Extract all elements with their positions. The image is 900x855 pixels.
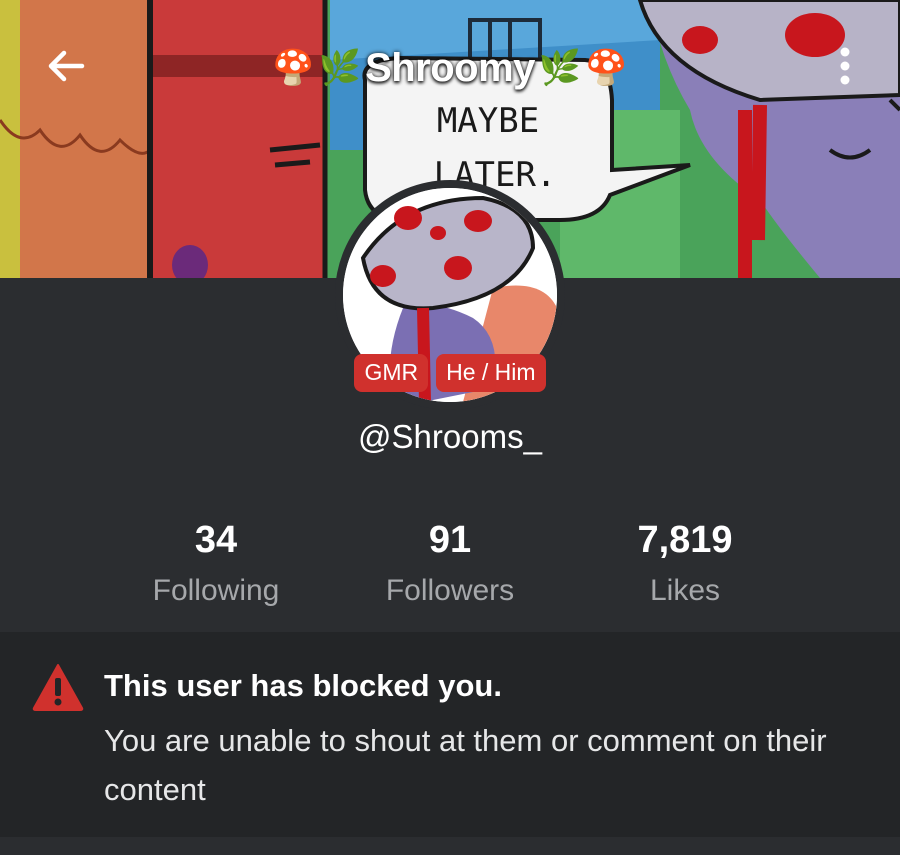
following-label: Following xyxy=(152,574,280,607)
profile-tags: GMR He / Him xyxy=(0,354,900,392)
likes-count: 7,819 xyxy=(637,519,733,561)
stat-likes[interactable]: 7,819 Likes xyxy=(565,518,805,608)
more-options-button[interactable] xyxy=(820,40,870,96)
pronoun-badge: He / Him xyxy=(436,354,546,392)
followers-count: 91 xyxy=(428,519,472,561)
followers-label: Followers xyxy=(385,574,515,607)
notice-title: This user has blocked you. xyxy=(104,668,502,703)
back-button[interactable] xyxy=(38,40,94,96)
mushroom-emoji-icon: 🍄 xyxy=(272,48,315,88)
notice-body: You are unable to shout at them or comme… xyxy=(104,723,827,807)
profile-display-name: Shroomy xyxy=(365,45,535,90)
stat-following[interactable]: 34 Following xyxy=(96,518,336,608)
herb-emoji-icon: 🌿 xyxy=(538,48,582,88)
divider xyxy=(0,837,900,855)
more-vertical-icon xyxy=(839,46,851,90)
stat-followers[interactable]: 91 Followers xyxy=(330,518,570,608)
warning-icon xyxy=(32,662,84,712)
top-bar: 🍄 🌿 Shroomy 🌿 🍄 xyxy=(0,0,900,140)
herb-emoji-icon: 🌿 xyxy=(318,48,362,88)
arrow-left-icon xyxy=(44,44,88,92)
likes-label: Likes xyxy=(649,574,721,607)
profile-title: 🍄 🌿 Shroomy 🌿 🍄 xyxy=(240,38,660,98)
tag-badge: GMR xyxy=(354,354,429,392)
mushroom-emoji-icon: 🍄 xyxy=(585,48,628,88)
username-handle: @Shrooms_ xyxy=(358,418,542,455)
following-count: 34 xyxy=(194,519,238,561)
